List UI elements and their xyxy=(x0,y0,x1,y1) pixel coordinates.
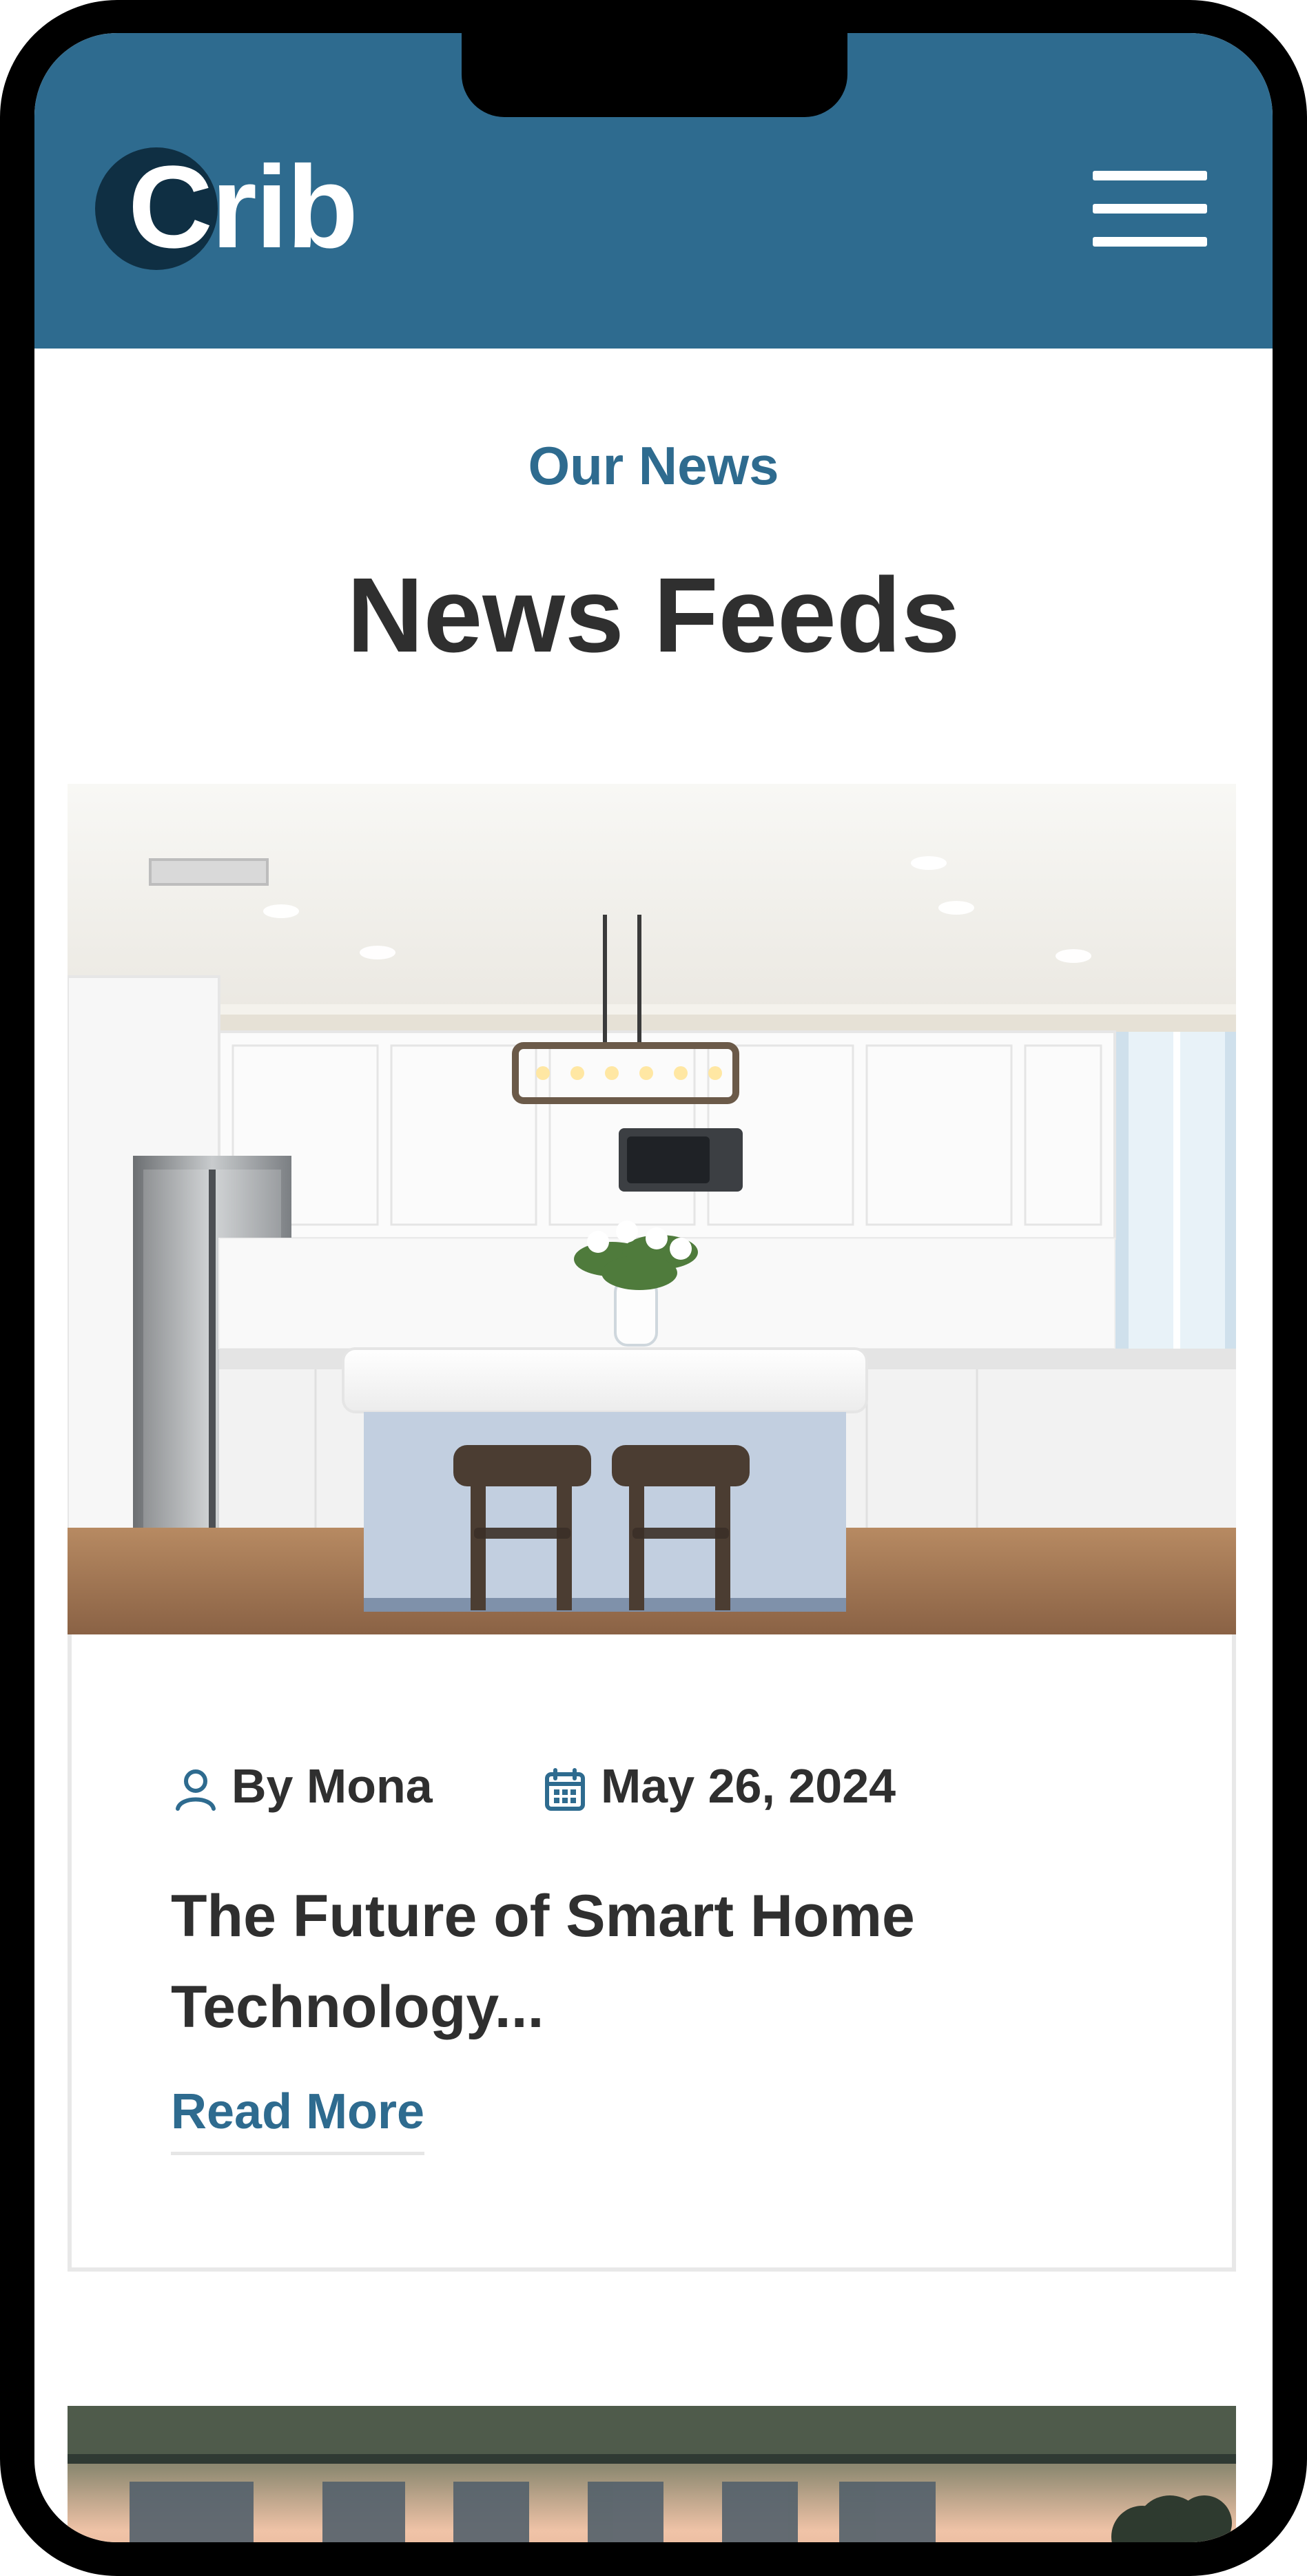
read-more-link[interactable]: Read More xyxy=(171,2079,425,2155)
news-card[interactable]: By Mona May 26, 2024 The Future of Smart… xyxy=(68,784,1236,2272)
phone-frame: Crib Our News News Feeds By Mona May 26,… xyxy=(0,0,1307,2576)
post-title[interactable]: The Future of Smart Home Technology... xyxy=(171,1871,1080,2053)
menu-bar-bottom xyxy=(1093,237,1207,247)
news-card-body: By Mona May 26, 2024 The Future of Smart… xyxy=(72,1634,1232,2267)
section-eyebrow: Our News xyxy=(528,435,779,496)
waterfront-photo[interactable] xyxy=(68,2406,1236,2542)
logo-text: Crib xyxy=(128,142,358,273)
calendar-icon xyxy=(545,1768,585,1811)
author-text: By Mona xyxy=(231,1759,433,1813)
hamburger-menu-icon[interactable] xyxy=(1093,171,1207,248)
device-notch xyxy=(462,33,847,117)
author-meta: By Mona xyxy=(171,1755,529,1817)
user-icon xyxy=(176,1769,216,1811)
date-text: May 26, 2024 xyxy=(601,1759,896,1813)
date-meta: May 26, 2024 xyxy=(540,1755,1022,1817)
app-screen: Crib Our News News Feeds By Mona May 26,… xyxy=(34,33,1273,2542)
kitchen-photo[interactable] xyxy=(68,784,1236,1634)
section-title: News Feeds xyxy=(347,556,960,674)
menu-bar-middle xyxy=(1093,204,1207,214)
menu-bar-top xyxy=(1093,171,1207,180)
news-meta-row: By Mona May 26, 2024 xyxy=(171,1755,1204,1817)
brand-logo[interactable]: Crib xyxy=(95,147,412,278)
